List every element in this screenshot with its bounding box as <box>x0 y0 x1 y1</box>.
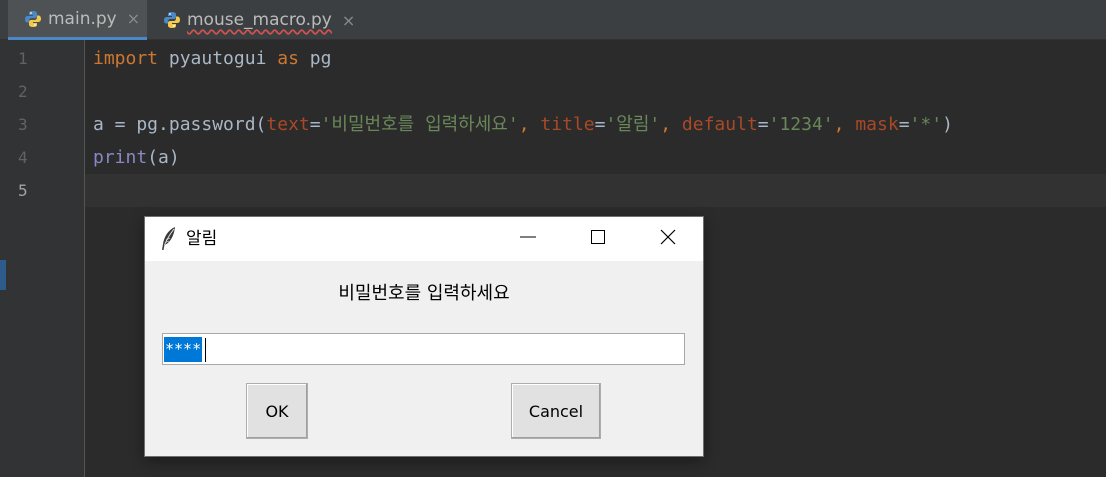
line-number: 3 <box>18 115 28 134</box>
close-icon <box>659 228 677 250</box>
maximize-icon <box>589 228 607 250</box>
dialog-prompt: 비밀번호를 입력하세요 <box>338 283 510 304</box>
line-number: 1 <box>18 49 28 68</box>
code-print-args: (a) <box>147 147 180 168</box>
string-title: '알림' <box>605 114 661 135</box>
maximize-button[interactable] <box>563 217 633 261</box>
close-button[interactable] <box>633 217 703 261</box>
param-mask: mask <box>855 114 899 135</box>
current-line-highlight <box>85 174 1106 207</box>
close-icon[interactable]: × <box>342 11 355 30</box>
param-default: default <box>681 114 758 135</box>
password-input[interactable]: **** <box>162 333 685 365</box>
dialog-titlebar[interactable]: 알림 <box>145 217 703 261</box>
tab-label: mouse_macro.py <box>187 10 332 30</box>
dialog-title: 알림 <box>186 229 218 249</box>
minimize-icon <box>519 228 537 250</box>
equals: = <box>898 114 910 135</box>
separator: , <box>833 114 856 135</box>
gutter-marker <box>0 260 6 290</box>
keyword-as: as <box>277 48 299 69</box>
separator: , <box>518 114 541 135</box>
feather-icon <box>159 226 179 252</box>
string-mask: '*' <box>909 114 943 135</box>
equals: = <box>757 114 769 135</box>
code-line-4: print(a) <box>93 141 180 174</box>
separator: , <box>660 114 682 135</box>
string-text: '비밀번호를 입력하세요' <box>320 114 519 135</box>
tab-mouse-macro-py[interactable]: mouse_macro.py × <box>147 0 367 40</box>
text-caret <box>205 338 206 362</box>
module-name: pyautogui <box>158 48 278 69</box>
close-icon[interactable]: × <box>127 9 140 28</box>
line-number: 4 <box>18 148 28 167</box>
python-file-icon <box>24 10 42 28</box>
line-number-gutter: 1 2 3 4 5 <box>0 40 85 477</box>
equals: = <box>309 114 321 135</box>
ok-button[interactable]: OK <box>246 383 308 439</box>
code-line-3: a = pg.password(text='비밀번호를 입력하세요', titl… <box>93 108 953 141</box>
builtin-print: print <box>93 147 148 168</box>
password-input-value: **** <box>164 337 203 362</box>
cancel-button[interactable]: Cancel <box>511 383 601 439</box>
editor-tab-bar: main.py × mouse_macro.py × <box>0 0 1106 40</box>
minimize-button[interactable] <box>493 217 563 261</box>
equals: = <box>594 114 606 135</box>
password-dialog: 알림 비밀번호를 입력하세요 **** OK Cancel <box>145 217 703 456</box>
param-title: title <box>540 114 595 135</box>
keyword-import: import <box>93 48 159 69</box>
code-line-1: import pyautogui as pg <box>93 42 331 75</box>
param-text: text <box>266 114 310 135</box>
python-file-icon <box>163 11 181 29</box>
string-default: '1234' <box>768 114 834 135</box>
tab-label: main.py <box>48 8 117 29</box>
alias-name: pg <box>298 48 332 69</box>
tab-main-py[interactable]: main.py × <box>8 0 147 40</box>
line-number-current: 5 <box>18 181 28 200</box>
code-call-prefix: a = pg.password( <box>93 114 267 135</box>
code-call-suffix: ) <box>942 114 953 135</box>
line-number: 2 <box>18 82 28 101</box>
